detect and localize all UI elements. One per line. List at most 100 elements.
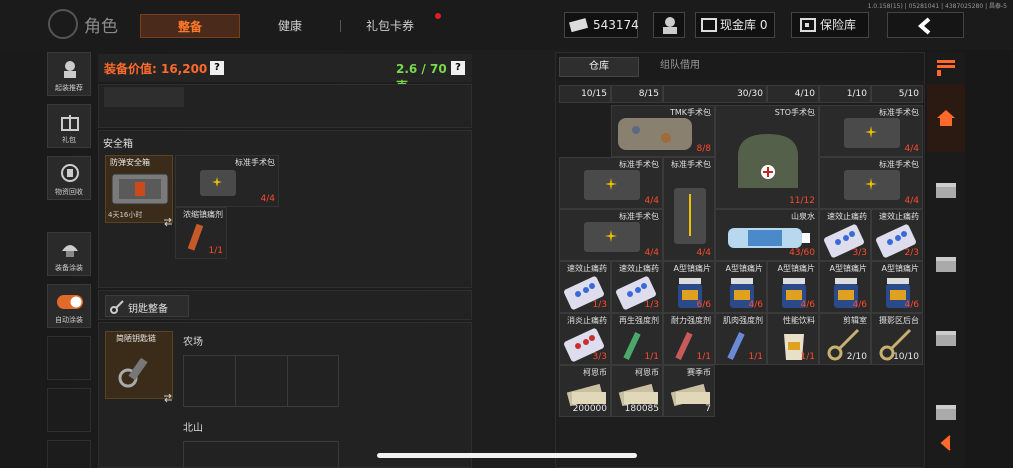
item-cell[interactable]: 30/30: [663, 85, 767, 103]
item-cell[interactable]: A型镇痛片 4/6: [767, 261, 819, 313]
item-cell[interactable]: A型镇痛片 4/6: [871, 261, 923, 313]
surgical-kit-icon: [200, 170, 236, 196]
item-cell[interactable]: 肌肉强度剂 1/1: [715, 313, 767, 365]
item-count: 3/3: [592, 352, 607, 362]
toggle-icon[interactable]: [56, 295, 84, 309]
item-name: 速效止痛药: [567, 264, 607, 273]
key-slots-beishan[interactable]: [183, 441, 339, 468]
green-syringe-icon: [623, 332, 641, 360]
item-cell[interactable]: 性能饮料 1/1: [767, 313, 819, 365]
item-cell[interactable]: 柯恩币 200000: [559, 365, 611, 417]
item-cell[interactable]: 8/15: [611, 85, 663, 103]
safe-box-title: 安全箱: [103, 139, 133, 150]
tmk-kit-icon: [618, 118, 692, 150]
item-cell[interactable]: 标准手术包 4/4: [559, 157, 663, 209]
sidebar-loadout-recommend[interactable]: 起装推荐: [47, 52, 91, 96]
tab-gift-cards[interactable]: 礼包卡券: [345, 14, 435, 38]
key-loadout-label: 钥匙整备: [128, 304, 168, 315]
sidebar-empty-slot: [47, 440, 91, 468]
warehouse-home-button[interactable]: [927, 84, 965, 152]
keychain-slot[interactable]: 简陋钥匙链: [105, 331, 173, 399]
back-arrow-icon: [917, 17, 931, 35]
sidebar-gift[interactable]: 礼包: [47, 104, 91, 148]
item-cell[interactable]: STO手术包 11/12: [715, 105, 819, 209]
item-cell[interactable]: 标准手术包 4/4: [819, 105, 923, 157]
safe-item-slot[interactable]: 标准手术包 4/4: [175, 155, 279, 207]
item-cell[interactable]: 速效止痛药 1/3: [611, 261, 663, 313]
item-count: 4/4: [644, 248, 659, 258]
item-cell[interactable]: 速效止痛药 1/3: [559, 261, 611, 313]
storage-box-icon: [936, 331, 956, 346]
character-icon: [64, 61, 76, 78]
item-name: 性能饮料: [783, 316, 815, 325]
item-name: A型镇痛片: [777, 264, 815, 273]
vendor-button[interactable]: [653, 12, 685, 38]
item-cell[interactable]: A型镇痛片 4/6: [715, 261, 767, 313]
storage-box-button[interactable]: [929, 324, 963, 358]
item-cell[interactable]: 4/10: [767, 85, 819, 103]
tab-team-borrow[interactable]: 组队借用: [640, 57, 720, 77]
item-cell[interactable]: 山泉水 43/60: [715, 209, 819, 261]
item-name: A型镇痛片: [673, 264, 711, 273]
key-icon: [110, 300, 124, 314]
tab-health[interactable]: 健康: [240, 14, 340, 38]
item-cell[interactable]: A型镇痛片 4/6: [819, 261, 871, 313]
item-cell[interactable]: 再生强度剂 1/1: [611, 313, 663, 365]
storage-box-button[interactable]: [929, 398, 963, 432]
weight-help-icon[interactable]: ?: [451, 61, 465, 75]
item-cell[interactable]: 10/15: [559, 85, 611, 103]
item-count: 1/1: [644, 352, 659, 362]
item-cell[interactable]: 速效止痛药 3/3: [819, 209, 871, 261]
item-name: 标准手术包: [619, 160, 659, 169]
collapse-rail-button[interactable]: [929, 430, 963, 464]
sidebar-label: 礼包: [62, 136, 76, 144]
surgical-kit-icon: [674, 188, 706, 244]
item-cell[interactable]: A型镇痛片 6/6: [663, 261, 715, 313]
item-cell[interactable]: 耐力强度剂 1/1: [663, 313, 715, 365]
surgical-kit-icon: [844, 118, 900, 148]
sort-grid-icon: [937, 60, 955, 76]
item-cell[interactable]: TMK手术包 8/8: [611, 105, 715, 157]
back-button[interactable]: [887, 12, 964, 38]
cash-vault-button[interactable]: 现金库 0: [695, 12, 775, 38]
safe-item-slot[interactable]: 浓缩镇痛剂 1/1: [175, 207, 227, 259]
sidebar-recycle[interactable]: 物资回收: [47, 156, 91, 200]
item-count: 4/4: [696, 248, 711, 258]
safe-box-timer: 4天16小时: [108, 211, 143, 219]
storage-box-button[interactable]: [929, 250, 963, 284]
value-help-icon[interactable]: ?: [210, 61, 224, 75]
item-cell[interactable]: 标准手术包 4/4: [663, 157, 715, 261]
key-loadout-button[interactable]: 钥匙整备: [105, 295, 189, 317]
sidebar-auto-paint[interactable]: 自动涂装: [47, 284, 91, 328]
item-cell[interactable]: 1/10: [819, 85, 871, 103]
item-cell[interactable]: 速效止痛药 2/3: [871, 209, 923, 261]
safe-box-slot[interactable]: 防弹安全箱 4天16小时: [105, 155, 173, 223]
item-cell[interactable]: 5/10: [871, 85, 923, 103]
safe-box-panel: 安全箱 防弹安全箱 4天16小时 标准手术包 4/4 浓缩镇痛剂 1/1: [98, 130, 472, 288]
key-slots-farm[interactable]: [183, 355, 339, 407]
tab-warehouse[interactable]: 仓库: [559, 57, 639, 77]
item-cell[interactable]: 标准手术包 4/4: [819, 157, 923, 209]
sidebar-label: 装备涂装: [55, 264, 83, 272]
equip-slot[interactable]: [104, 87, 184, 107]
home-indicator[interactable]: [377, 453, 637, 458]
item-cell[interactable]: 柯恩币 180085: [611, 365, 663, 417]
grid-sort-button[interactable]: [929, 54, 963, 88]
item-name: 山泉水: [791, 212, 815, 221]
item-cell[interactable]: 摄影区后台 10/10: [871, 313, 923, 365]
surgical-kit-icon: [584, 170, 640, 200]
tab-gear[interactable]: 整备: [140, 14, 240, 38]
storage-box-button[interactable]: [929, 176, 963, 210]
storage-box-icon: [936, 257, 956, 272]
item-cell[interactable]: 赛季币 7: [663, 365, 715, 417]
sidebar-gear-paint[interactable]: 装备涂装: [47, 232, 91, 276]
item-count: 30/30: [737, 89, 763, 99]
safe-vault-button[interactable]: 保险库: [791, 12, 869, 38]
item-cell[interactable]: 消炎止痛药 3/3: [559, 313, 611, 365]
item-cell[interactable]: 标准手术包 4/4: [559, 209, 663, 261]
item-cell[interactable]: 剪辑室 2/10: [819, 313, 871, 365]
item-count: 4/4: [904, 144, 919, 154]
keychain-icon: [118, 357, 148, 388]
gift-icon: [61, 115, 79, 131]
item-count: 7: [705, 404, 711, 414]
